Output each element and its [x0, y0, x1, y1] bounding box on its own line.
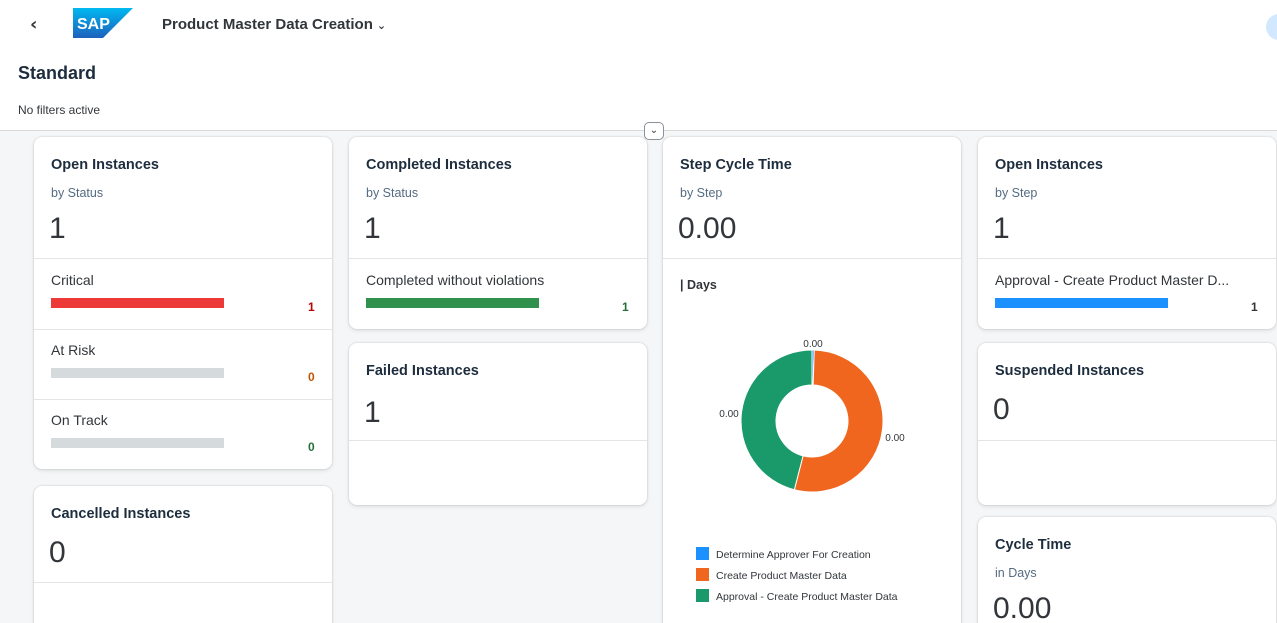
donut-chart[interactable]: 0.00 0.00 0.00 — [663, 337, 961, 517]
bar-at-risk[interactable] — [51, 368, 224, 378]
bar-critical[interactable] — [51, 298, 224, 308]
status-label-on-track: On Track — [51, 412, 108, 428]
card-title: Completed Instances — [366, 157, 512, 173]
legend-item[interactable]: Approval - Create Product Master Data — [696, 589, 898, 603]
card-title: Failed Instances — [366, 363, 479, 379]
value-on-track: 0 — [308, 440, 315, 454]
kpi-value: 1 — [49, 212, 66, 245]
kpi-value: 1 — [364, 396, 381, 429]
card-title: Cycle Time — [995, 537, 1072, 553]
card-title: Suspended Instances — [995, 363, 1145, 379]
legend-label: Approval - Create Product Master Data — [716, 591, 898, 603]
kpi-value: 1 — [993, 212, 1010, 245]
shell-bar: ‹ SAP Product Master Data Creation ⌄ — [0, 0, 1277, 50]
divider — [349, 440, 647, 441]
legend-item[interactable]: Determine Approver For Creation — [696, 547, 871, 561]
collapse-header-chevron-down-icon[interactable]: ⌄ — [644, 122, 664, 140]
divider — [349, 258, 647, 259]
filters-status: No filters active — [18, 103, 101, 117]
kpi-value: 0.00 — [678, 212, 737, 245]
donut-data-label-2: 0.00 — [719, 409, 739, 420]
legend-swatch-orange — [696, 568, 709, 581]
divider — [34, 329, 332, 330]
step-label: Approval - Create Product Master D... — [995, 272, 1230, 288]
app-title-menu[interactable]: Product Master Data Creation ⌄ — [162, 16, 386, 33]
sap-logo[interactable]: SAP — [73, 8, 133, 38]
chevron-down-icon: ⌄ — [376, 19, 387, 32]
card-subtitle: by Step — [680, 186, 723, 200]
card-subtitle: in Days — [995, 566, 1037, 580]
kpi-value: 0 — [993, 393, 1010, 426]
variant-title[interactable]: Standard — [18, 63, 96, 84]
chart-axis-label: | Days — [680, 278, 717, 292]
completed-instances-card[interactable]: Completed Instances by Status 1 Complete… — [349, 137, 647, 329]
value-critical: 1 — [308, 300, 315, 314]
card-subtitle: by Step — [995, 186, 1038, 200]
kpi-value: 0 — [49, 536, 66, 569]
open-instances-step-card[interactable]: Open Instances by Step 1 Approval - Crea… — [978, 137, 1276, 329]
app-title: Product Master Data Creation — [162, 16, 373, 33]
user-avatar[interactable] — [1266, 14, 1277, 40]
legend-label: Create Product Master Data — [716, 570, 847, 582]
card-title: Step Cycle Time — [680, 157, 792, 173]
divider — [34, 582, 332, 583]
status-label-critical: Critical — [51, 272, 94, 288]
card-title: Cancelled Instances — [51, 506, 191, 522]
legend-item[interactable]: Create Product Master Data — [696, 568, 847, 582]
legend-swatch-green — [696, 589, 709, 602]
divider — [978, 440, 1276, 441]
bar-step[interactable] — [995, 298, 1168, 308]
logo-text: SAP — [77, 16, 110, 33]
status-label-completed: Completed without violations — [366, 272, 545, 288]
divider — [34, 399, 332, 400]
card-title: Open Instances — [51, 157, 159, 173]
donut-data-label-1: 0.00 — [885, 433, 905, 444]
divider — [663, 258, 961, 259]
legend-swatch-blue — [696, 547, 709, 560]
cancelled-instances-card[interactable]: Cancelled Instances 0 — [34, 486, 332, 623]
status-label-at-risk: At Risk — [51, 342, 96, 358]
bar-completed[interactable] — [366, 298, 539, 308]
divider — [34, 258, 332, 259]
kpi-value: 1 — [364, 212, 381, 245]
legend-label: Determine Approver For Creation — [716, 549, 871, 561]
donut-data-label-0: 0.00 — [803, 339, 823, 350]
value-at-risk: 0 — [308, 370, 315, 384]
value-completed: 1 — [622, 300, 629, 314]
card-title: Open Instances — [995, 157, 1103, 173]
back-chevron-left-icon[interactable]: ‹ — [30, 14, 37, 35]
step-cycle-time-card[interactable]: Step Cycle Time by Step 0.00 | Days 0.00… — [663, 137, 961, 623]
open-instances-status-card[interactable]: Open Instances by Status 1 Critical 1 At… — [34, 137, 332, 469]
kpi-value: 0.00 — [993, 592, 1052, 623]
cycle-time-card[interactable]: Cycle Time in Days 0.00 — [978, 517, 1276, 623]
divider — [978, 258, 1276, 259]
bar-on-track[interactable] — [51, 438, 224, 448]
card-subtitle: by Status — [51, 186, 104, 200]
dashboard-area: Open Instances by Status 1 Critical 1 At… — [0, 131, 1277, 623]
card-subtitle: by Status — [366, 186, 419, 200]
failed-instances-card[interactable]: Failed Instances 1 — [349, 343, 647, 505]
value-step: 1 — [1251, 300, 1258, 314]
suspended-instances-card[interactable]: Suspended Instances 0 — [978, 343, 1276, 505]
